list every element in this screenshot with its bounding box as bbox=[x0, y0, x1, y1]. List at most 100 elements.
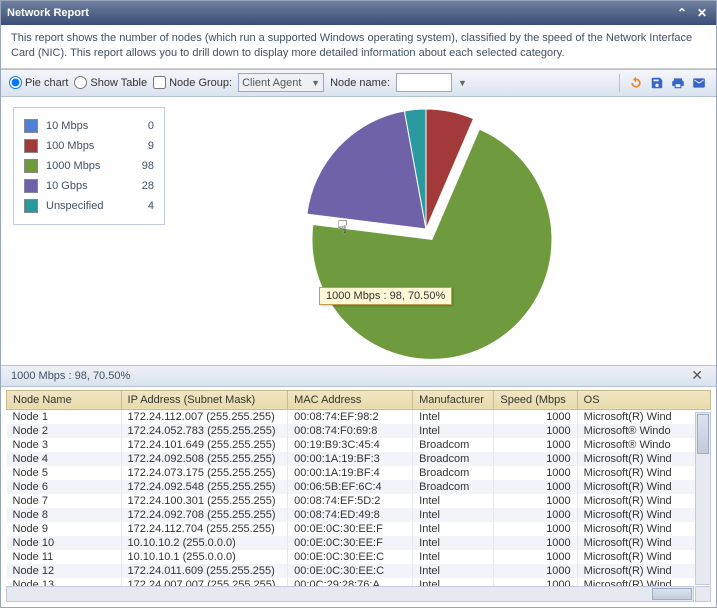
legend-value: 28 bbox=[134, 180, 154, 192]
refresh-icon[interactable] bbox=[627, 74, 645, 92]
pie-chart-radio-input[interactable] bbox=[9, 76, 22, 89]
column-header[interactable]: Speed (Mbps bbox=[494, 390, 577, 409]
table-cell: 10.10.10.2 (255.0.0.0) bbox=[121, 536, 288, 550]
table-cell: 1000 bbox=[494, 494, 577, 508]
table-cell: Node 5 bbox=[7, 466, 122, 480]
table-cell: Node 3 bbox=[7, 438, 122, 452]
table-cell: 172.24.011.609 (255.255.255) bbox=[121, 564, 288, 578]
report-description: This report shows the number of nodes (w… bbox=[1, 25, 716, 69]
table-cell: Intel bbox=[413, 564, 494, 578]
table-cell: Microsoft(R) Wind bbox=[577, 409, 710, 424]
column-header[interactable]: OS bbox=[577, 390, 710, 409]
table-row[interactable]: Node 7172.24.100.301 (255.255.255)00:08:… bbox=[7, 494, 711, 508]
legend-row[interactable]: 1000 Mbps98 bbox=[24, 156, 154, 176]
legend-row[interactable]: Unspecified4 bbox=[24, 196, 154, 216]
legend-label: 10 Mbps bbox=[46, 120, 126, 132]
close-icon[interactable]: ✕ bbox=[694, 5, 710, 21]
column-header[interactable]: MAC Address bbox=[288, 390, 413, 409]
table-cell: Microsoft(R) Wind bbox=[577, 494, 710, 508]
table-cell: Intel bbox=[413, 494, 494, 508]
table-row[interactable]: Node 6172.24.092.548 (255.255.255)00:06:… bbox=[7, 480, 711, 494]
table-row[interactable]: Node 1110.10.10.1 (255.0.0.0)00:0E:0C:30… bbox=[7, 550, 711, 564]
table-cell: Microsoft(R) Wind bbox=[577, 564, 710, 578]
table-body: Node 1172.24.112.007 (255.255.255)00:08:… bbox=[7, 409, 711, 592]
table-cell: Node 9 bbox=[7, 522, 122, 536]
table-row[interactable]: Node 4172.24.092.508 (255.255.255)00:00:… bbox=[7, 452, 711, 466]
show-table-radio[interactable]: Show Table bbox=[74, 76, 147, 89]
grid-close-icon[interactable]: ✕ bbox=[688, 367, 706, 384]
legend-swatch bbox=[24, 119, 38, 133]
legend-row[interactable]: 100 Mbps9 bbox=[24, 136, 154, 156]
table-cell: 00:08:74:EF:98:2 bbox=[288, 409, 413, 424]
legend-value: 9 bbox=[134, 140, 154, 152]
separator bbox=[619, 74, 620, 92]
pie-chart[interactable] bbox=[286, 99, 566, 362]
table-row[interactable]: Node 1172.24.112.007 (255.255.255)00:08:… bbox=[7, 409, 711, 424]
table-cell: 1000 bbox=[494, 508, 577, 522]
legend-swatch bbox=[24, 179, 38, 193]
legend-row[interactable]: 10 Mbps 0 bbox=[24, 116, 154, 136]
table-cell: Node 10 bbox=[7, 536, 122, 550]
node-group-checkbox[interactable] bbox=[153, 76, 166, 89]
table-cell: 00:00:1A:19:BF:4 bbox=[288, 466, 413, 480]
table-row[interactable]: Node 3172.24.101.649 (255.255.255)00:19:… bbox=[7, 438, 711, 452]
table-cell: Microsoft(R) Wind bbox=[577, 550, 710, 564]
horizontal-scrollbar[interactable] bbox=[6, 586, 694, 602]
chart-area: 10 Mbps 0 100 Mbps91000 Mbps9810 Gbps28Uns… bbox=[1, 97, 716, 365]
column-header[interactable]: IP Address (Subnet Mask) bbox=[121, 390, 288, 409]
table-cell: 1000 bbox=[494, 550, 577, 564]
legend: 10 Mbps 0 100 Mbps91000 Mbps9810 Gbps28Uns… bbox=[13, 107, 165, 225]
column-header[interactable]: Manufacturer bbox=[413, 390, 494, 409]
pie-chart-radio[interactable]: Pie chart bbox=[9, 76, 68, 89]
table-cell: Node 4 bbox=[7, 452, 122, 466]
scrollbar-corner bbox=[695, 586, 711, 602]
show-table-radio-input[interactable] bbox=[74, 76, 87, 89]
save-icon[interactable] bbox=[648, 74, 666, 92]
node-name-input[interactable] bbox=[396, 73, 452, 92]
table-row[interactable]: Node 12172.24.011.609 (255.255.255)00:0E… bbox=[7, 564, 711, 578]
print-icon[interactable] bbox=[669, 74, 687, 92]
legend-row[interactable]: 10 Gbps28 bbox=[24, 176, 154, 196]
table-row[interactable]: Node 5172.24.073.175 (255.255.255)00:00:… bbox=[7, 466, 711, 480]
node-group-select[interactable]: Client Agent ▼ bbox=[238, 73, 324, 92]
legend-value: 0 bbox=[134, 120, 154, 132]
table-cell: Node 1 bbox=[7, 409, 122, 424]
table-cell: Microsoft(R) Wind bbox=[577, 522, 710, 536]
table-cell: Node 6 bbox=[7, 480, 122, 494]
scrollbar-thumb[interactable] bbox=[652, 588, 692, 600]
collapse-icon[interactable]: ⌃ bbox=[674, 5, 690, 21]
table-cell: Intel bbox=[413, 424, 494, 438]
table-cell: 00:0E:0C:30:EE:F bbox=[288, 522, 413, 536]
table-cell: Node 7 bbox=[7, 494, 122, 508]
table-row[interactable]: Node 9172.24.112.704 (255.255.255)00:0E:… bbox=[7, 522, 711, 536]
node-group-label: Node Group: bbox=[169, 77, 232, 89]
table-row[interactable]: Node 2172.24.052.783 (255.255.255)00:08:… bbox=[7, 424, 711, 438]
table-cell: 00:06:5B:EF:6C:4 bbox=[288, 480, 413, 494]
table-cell: Broadcom bbox=[413, 480, 494, 494]
table-cell: 172.24.112.007 (255.255.255) bbox=[121, 409, 288, 424]
table-cell: Broadcom bbox=[413, 438, 494, 452]
node-group-check[interactable]: Node Group: bbox=[153, 76, 232, 89]
grid-header: 1000 Mbps : 98, 70.50% ✕ bbox=[1, 365, 716, 387]
table-row[interactable]: Node 1010.10.10.2 (255.0.0.0)00:0E:0C:30… bbox=[7, 536, 711, 550]
table-cell: Microsoft(R) Wind bbox=[577, 480, 710, 494]
table-cell: 1000 bbox=[494, 522, 577, 536]
table-cell: Microsoft® Windo bbox=[577, 424, 710, 438]
table-cell: Node 11 bbox=[7, 550, 122, 564]
column-header[interactable]: Node Name bbox=[7, 390, 122, 409]
table-row[interactable]: Node 8172.24.092.708 (255.255.255)00:08:… bbox=[7, 508, 711, 522]
email-icon[interactable] bbox=[690, 74, 708, 92]
table-cell: 00:08:74:EF:5D:2 bbox=[288, 494, 413, 508]
table-cell: 172.24.101.649 (255.255.255) bbox=[121, 438, 288, 452]
table-cell: Microsoft(R) Wind bbox=[577, 508, 710, 522]
table-cell: Node 12 bbox=[7, 564, 122, 578]
table-cell: 1000 bbox=[494, 409, 577, 424]
table-cell: 172.24.100.301 (255.255.255) bbox=[121, 494, 288, 508]
node-name-dropdown-icon[interactable]: ▼ bbox=[458, 78, 467, 88]
vertical-scrollbar[interactable] bbox=[695, 412, 711, 585]
table-scroll[interactable]: Node NameIP Address (Subnet Mask)MAC Add… bbox=[6, 390, 711, 602]
scrollbar-thumb[interactable] bbox=[697, 414, 709, 454]
table-cell: Intel bbox=[413, 508, 494, 522]
table-cell: 172.24.092.508 (255.255.255) bbox=[121, 452, 288, 466]
table-cell: Microsoft(R) Wind bbox=[577, 452, 710, 466]
